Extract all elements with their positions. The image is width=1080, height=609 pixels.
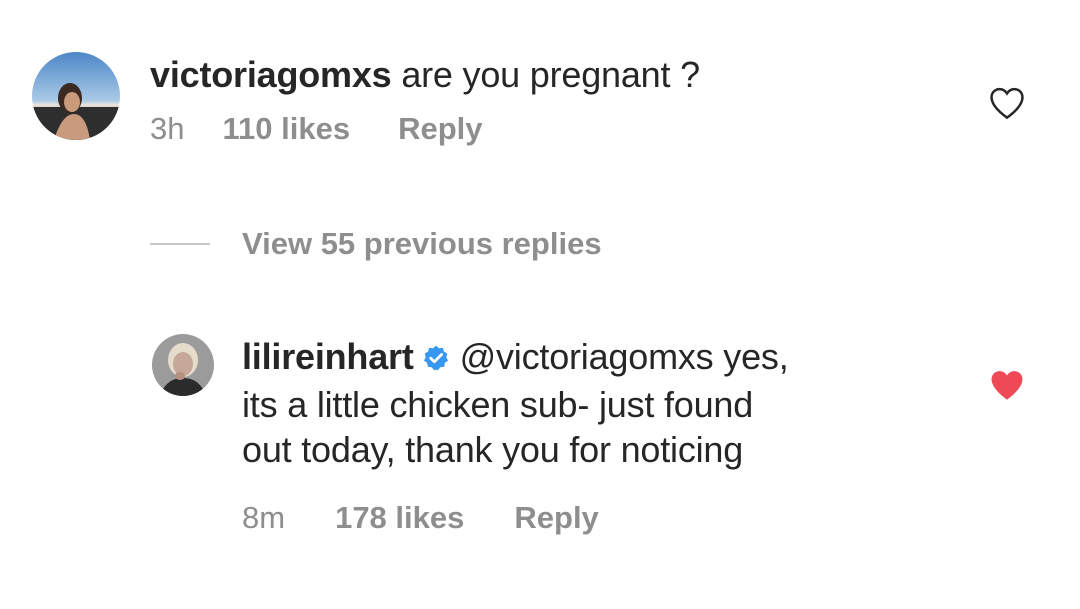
- view-previous-replies-button[interactable]: View 55 previous replies: [150, 226, 602, 262]
- avatar-image: [152, 334, 214, 396]
- avatar[interactable]: [32, 52, 120, 140]
- comment-username[interactable]: victoriagomxs: [150, 54, 392, 95]
- comment-username[interactable]: lilireinhart: [242, 336, 414, 377]
- comment-meta: 3h 110 likes Reply: [150, 111, 700, 147]
- heart-outline-icon[interactable]: [988, 86, 1026, 125]
- comment-likes[interactable]: 178 likes: [335, 500, 464, 536]
- divider-line: [150, 243, 210, 245]
- view-replies-label: View 55 previous replies: [242, 226, 602, 261]
- comment-victoriagomxs: victoriagomxs are you pregnant ? 3h 110 …: [32, 52, 700, 147]
- comment-text: victoriagomxs are you pregnant ?: [150, 52, 700, 97]
- comment-lilireinhart: lilireinhart @victoriagomxs yes, its a li…: [152, 334, 789, 536]
- avatar-image: [32, 52, 120, 140]
- comment-text: lilireinhart @victoriagomxs yes, its a li…: [242, 334, 789, 472]
- comment-body-line3: out today, thank you for noticing: [242, 429, 744, 470]
- comment-time: 3h: [150, 111, 185, 146]
- comment-body-line1: yes,: [723, 336, 789, 377]
- verified-badge-icon: [422, 337, 450, 382]
- mention-link[interactable]: @victoriagomxs: [460, 336, 714, 377]
- comment-time: 8m: [242, 500, 286, 535]
- avatar[interactable]: [152, 334, 214, 396]
- comment-body-line2: its a little chicken sub- just found: [242, 384, 754, 425]
- comment-likes[interactable]: 110 likes: [222, 111, 350, 147]
- reply-button[interactable]: Reply: [398, 111, 482, 147]
- heart-filled-icon[interactable]: [988, 368, 1026, 407]
- reply-button[interactable]: Reply: [514, 500, 598, 536]
- comment-body: are you pregnant ?: [401, 54, 700, 95]
- comment-meta: 8m 178 likes Reply: [242, 500, 789, 536]
- comments-thread: victoriagomxs are you pregnant ? 3h 110 …: [0, 0, 1080, 609]
